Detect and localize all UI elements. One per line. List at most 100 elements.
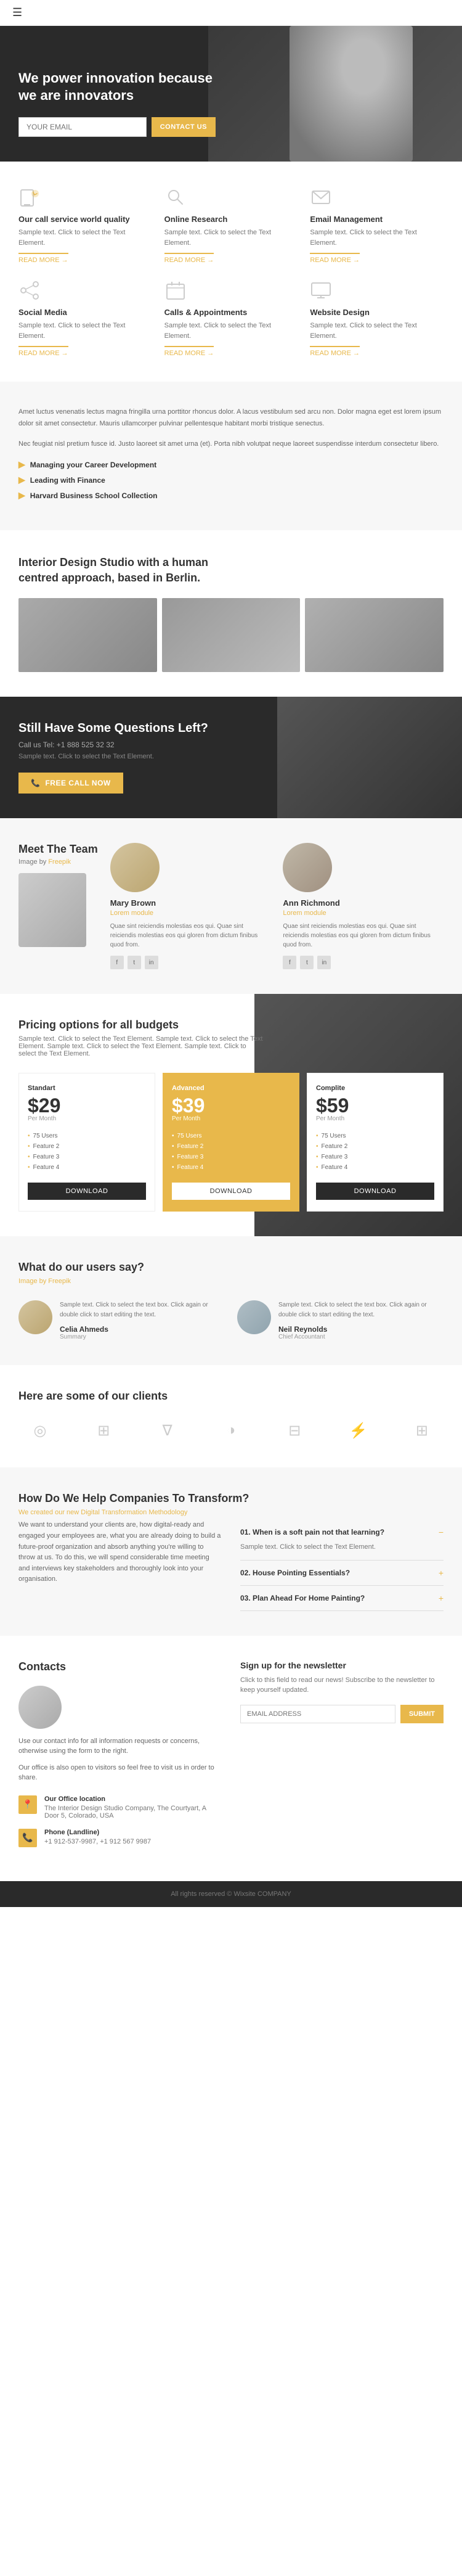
contacts-title: Contacts <box>18 1660 222 1673</box>
faq-toggle-2: + <box>439 1568 444 1578</box>
feature-1-1: 75 Users <box>28 1131 146 1141</box>
list-item-3: ▶Harvard Business School Collection <box>18 490 444 501</box>
faq-question-3: 03. Plan Ahead For Home Painting? <box>240 1594 365 1602</box>
twitter-icon[interactable]: t <box>128 956 141 969</box>
linkedin-icon[interactable]: in <box>145 956 158 969</box>
hero-form: CONTACT US <box>18 117 216 137</box>
client-logo-7: ⊞ <box>400 1418 444 1443</box>
faq-section: How Do We Help Companies To Transform? W… <box>0 1467 462 1636</box>
logo-shape-5: ⊟ <box>288 1422 301 1440</box>
plan-price-2: $39 <box>172 1096 290 1115</box>
faq-question-1: 01. When is a soft pain not that learnin… <box>240 1528 384 1536</box>
member-role-2: Lorem module <box>283 909 444 917</box>
text-block-section: Amet luctus venenatis lectus magna fring… <box>0 382 462 530</box>
services-grid: Our call service world quality Sample te… <box>18 186 444 357</box>
pricing-card-2: Advanced $39 Per Month 75 Users Feature … <box>163 1073 299 1212</box>
phone-label: Phone (Landline) <box>44 1829 151 1836</box>
feature-2-1: 75 Users <box>172 1131 290 1141</box>
faq-item-1[interactable]: 01. When is a soft pain not that learnin… <box>240 1520 444 1561</box>
hero-title: We power innovation because we are innov… <box>18 70 216 105</box>
service-item-4: Social Media Sample text. Click to selec… <box>18 279 152 357</box>
free-call-button[interactable]: 📞 FREE CALL NOW <box>18 773 123 794</box>
faq-item-2[interactable]: 02. House Pointing Essentials? + <box>240 1561 444 1586</box>
client-logo-6: ⚡ <box>337 1418 380 1443</box>
pricing-card-3: Complite $59 Per Month 75 Users Feature … <box>307 1073 444 1212</box>
faq-item-3[interactable]: 03. Plan Ahead For Home Painting? + <box>240 1586 444 1611</box>
team-main-image <box>18 873 86 947</box>
team-left: Meet The Team Image by Freepik <box>18 843 98 947</box>
faq-subtitle: We created our new Digital Transformatio… <box>18 1509 444 1516</box>
plan-btn-3[interactable]: DOWNLOAD <box>316 1183 434 1200</box>
service-link-2[interactable]: READ MORE → <box>164 253 214 264</box>
faq-item-header-2: 02. House Pointing Essentials? + <box>240 1568 444 1578</box>
service-title-2: Online Research <box>164 215 298 224</box>
service-item-5: Calls & Appointments Sample text. Click … <box>164 279 298 357</box>
feature-2-4: Feature 4 <box>172 1162 290 1173</box>
member-socials-2: f t in <box>283 956 444 969</box>
plan-name-3: Complite <box>316 1085 434 1092</box>
contacts-right: Sign up for the newsletter Click to this… <box>240 1660 444 1856</box>
service-desc-4: Sample text. Click to select the Text El… <box>18 321 152 341</box>
team-member-1: Mary Brown Lorem module Quae sint reicie… <box>110 843 271 969</box>
plan-price-1: $29 <box>28 1096 146 1115</box>
service-link-6[interactable]: READ MORE → <box>310 346 360 357</box>
service-link-4[interactable]: READ MORE → <box>18 346 68 357</box>
desktop-icon <box>310 279 332 301</box>
linkedin-icon-2[interactable]: in <box>317 956 331 969</box>
faq-item-header-1: 01. When is a soft pain not that learnin… <box>240 1527 444 1537</box>
plan-features-2: 75 Users Feature 2 Feature 3 Feature 4 <box>172 1131 290 1173</box>
faq-answer-1: Sample text. Click to select the Text El… <box>240 1542 444 1553</box>
hamburger-icon[interactable]: ☰ <box>12 6 22 19</box>
pricing-desc: Sample text. Click to select the Text El… <box>18 1035 265 1057</box>
contact-us-button[interactable]: CONTACT US <box>152 117 216 137</box>
newsletter-email-input[interactable] <box>240 1705 395 1723</box>
service-item-6: Website Design Sample text. Click to sel… <box>310 279 444 357</box>
feature-2-3: Feature 3 <box>172 1152 290 1162</box>
cta-content: Still Have Some Questions Left? Call us … <box>18 721 444 794</box>
testimonial-2: Sample text. Click to select the text bo… <box>237 1300 444 1340</box>
address-value: The Interior Design Studio Company, The … <box>44 1805 222 1819</box>
studio-title: Interior Design Studio with a human cent… <box>18 555 234 586</box>
testimonial-name-2: Neil Reynolds <box>278 1325 444 1334</box>
studio-section: Interior Design Studio with a human cent… <box>0 530 462 697</box>
contacts-desc-2: Our office is also open to visitors so f… <box>18 1763 222 1783</box>
contacts-left: Contacts Use our contact info for all in… <box>18 1660 222 1856</box>
newsletter-title: Sign up for the newsletter <box>240 1660 444 1670</box>
twitter-icon-2[interactable]: t <box>300 956 314 969</box>
feature-3-2: Feature 2 <box>316 1141 434 1152</box>
faq-items: 01. When is a soft pain not that learnin… <box>240 1520 444 1611</box>
address-label: Our Office location <box>44 1795 222 1803</box>
arrow-icon-2: ▶ <box>18 475 25 485</box>
testimonial-text-1: Sample text. Click to select the text bo… <box>60 1300 225 1320</box>
faq-toggle-1: − <box>439 1527 444 1537</box>
faq-title: How Do We Help Companies To Transform? <box>18 1492 444 1505</box>
testimonials-title: What do our users say? <box>18 1261 444 1274</box>
service-link-1[interactable]: READ MORE → <box>18 253 68 264</box>
newsletter-submit-button[interactable]: SUBMIT <box>400 1705 444 1723</box>
testimonial-photo-2 <box>237 1300 271 1334</box>
plan-period-2: Per Month <box>172 1115 290 1122</box>
phone-value: +1 912-537-9987, +1 912 567 9987 <box>44 1838 151 1845</box>
client-logo-2: ⊞ <box>82 1418 125 1443</box>
testimonial-1: Sample text. Click to select the text bo… <box>18 1300 225 1340</box>
service-link-5[interactable]: READ MORE → <box>164 346 214 357</box>
contact-phone: 📞 Phone (Landline) +1 912-537-9987, +1 9… <box>18 1829 222 1847</box>
cta-desc: Sample text. Click to select the Text El… <box>18 753 444 760</box>
phone-icon-btn: 📞 <box>31 779 40 787</box>
plan-btn-1[interactable]: DOWNLOAD <box>28 1183 146 1200</box>
logo-shape-7: ⊞ <box>416 1422 428 1440</box>
service-link-3[interactable]: READ MORE → <box>310 253 360 264</box>
facebook-icon[interactable]: f <box>110 956 124 969</box>
facebook-icon-2[interactable]: f <box>283 956 296 969</box>
team-sublabel-link[interactable]: Freepik <box>48 858 71 866</box>
contact-photo <box>18 1686 62 1729</box>
text-para-2: Nec feugiat nisl pretium fusce id. Justo… <box>18 438 444 450</box>
plan-btn-2[interactable]: DOWNLOAD <box>172 1183 290 1200</box>
service-desc-6: Sample text. Click to select the Text El… <box>310 321 444 341</box>
plan-price-3: $59 <box>316 1096 434 1115</box>
feature-2-2: Feature 2 <box>172 1141 290 1152</box>
faq-toggle-3: + <box>439 1593 444 1603</box>
email-input[interactable] <box>18 117 147 137</box>
service-title-4: Social Media <box>18 308 152 317</box>
faq-layout: We want to understand your clients are, … <box>18 1520 444 1611</box>
